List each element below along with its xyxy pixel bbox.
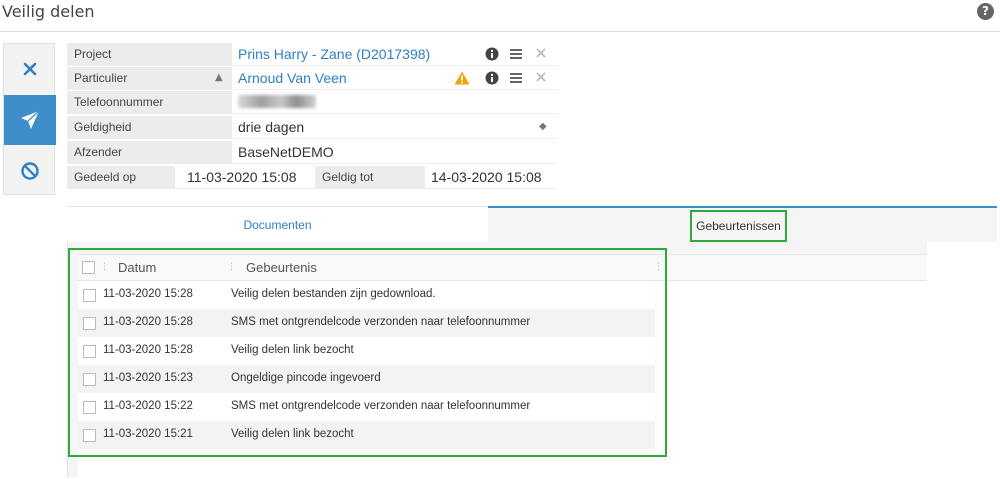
dates-row: Gedeeld op 11-03-2020 15:08 Geldig tot 1… (67, 166, 557, 190)
row-date: 11-03-2020 15:28 (103, 288, 193, 300)
row-checkbox[interactable] (83, 289, 96, 302)
row-event: Ongeldige pincode ingevoerd (231, 372, 381, 384)
particulier-row: Particulier ▲ Arnoud Van Veen (67, 67, 557, 91)
title-divider (0, 31, 1000, 32)
project-row: Project Prins Harry - Zane (D2017398) (67, 43, 557, 67)
close-icon (23, 62, 37, 76)
send-icon (21, 110, 40, 129)
project-link[interactable]: Prins Harry - Zane (D2017398) (232, 43, 442, 66)
geldig-tot-value: 14-03-2020 15:08 (425, 166, 557, 189)
row-event: Veilig delen link bezocht (231, 428, 354, 440)
revoke-button[interactable] (4, 146, 56, 196)
particulier-link[interactable]: Arnoud Van Veen (232, 67, 442, 90)
page-title: Veilig delen (2, 2, 95, 21)
help-icon[interactable]: ? (977, 3, 994, 20)
telefoonnummer-label: Telefoonnummer (67, 91, 232, 114)
telefoonnummer-value (232, 91, 557, 114)
events-panel: ⋮ Datum ⋮ Gebeurtenis ⋮ 11-03-2020 15:28… (67, 242, 927, 477)
row-date: 11-03-2020 15:22 (103, 400, 193, 412)
row-checkbox[interactable] (83, 317, 96, 330)
menu-icon[interactable] (509, 71, 523, 85)
select-all-checkbox[interactable] (82, 261, 95, 274)
cancel-icon (21, 162, 39, 180)
row-date: 11-03-2020 15:21 (103, 428, 193, 440)
row-checkbox[interactable] (83, 401, 96, 414)
gedeeld-op-value: 11-03-2020 15:08 (175, 166, 315, 189)
table-row[interactable]: 11-03-2020 15:28 SMS met ontgrendelcode … (78, 309, 655, 337)
events-grid: ⋮ Datum ⋮ Gebeurtenis ⋮ 11-03-2020 15:28… (78, 254, 927, 477)
side-toolbar (3, 43, 56, 196)
grid-header: ⋮ Datum ⋮ Gebeurtenis ⋮ (78, 255, 927, 281)
column-header-gebeurtenis[interactable]: Gebeurtenis (246, 260, 317, 275)
row-event: Veilig delen link bezocht (231, 344, 354, 356)
tab-bar: Documenten Gebeurtenissen (67, 206, 997, 242)
info-icon[interactable] (485, 71, 499, 85)
row-event: SMS met ontgrendelcode verzonden naar te… (231, 316, 531, 328)
row-event: Veilig delen bestanden zijn gedownload. (231, 288, 436, 300)
table-row[interactable]: 11-03-2020 15:23 Ongeldige pincode ingev… (78, 365, 655, 393)
afzender-value: BaseNetDEMO (232, 141, 557, 164)
row-date: 11-03-2020 15:28 (103, 316, 193, 328)
row-date: 11-03-2020 15:23 (103, 372, 193, 384)
column-resize-handle[interactable]: ⋮ (100, 262, 109, 272)
afzender-label: Afzender (67, 141, 232, 164)
close-button[interactable] (4, 44, 56, 94)
tab-documenten[interactable]: Documenten (67, 206, 488, 242)
table-row[interactable]: 11-03-2020 15:28 Veilig delen link bezoc… (78, 337, 655, 365)
table-row[interactable]: 11-03-2020 15:28 Veilig delen bestanden … (78, 281, 655, 309)
row-checkbox[interactable] (83, 429, 96, 442)
warning-icon[interactable] (454, 71, 470, 85)
menu-icon[interactable] (509, 47, 523, 61)
tab-gebeurtenissen-label[interactable]: Gebeurtenissen (690, 210, 787, 242)
project-label: Project (67, 43, 232, 66)
telefoonnummer-row: Telefoonnummer (67, 91, 557, 115)
dropdown-arrow-icon[interactable]: ◆ (539, 121, 547, 132)
geldigheid-select[interactable]: drie dagen (232, 116, 557, 139)
remove-icon[interactable] (535, 47, 547, 59)
send-button[interactable] (4, 95, 56, 145)
info-icon[interactable] (485, 47, 499, 61)
redacted-phone-number (238, 95, 316, 108)
column-resize-handle[interactable]: ⋮ (654, 262, 663, 272)
table-row[interactable]: 11-03-2020 15:21 Veilig delen link bezoc… (78, 421, 655, 449)
column-resize-handle[interactable]: ⋮ (227, 262, 236, 272)
afzender-row: Afzender BaseNetDEMO (67, 141, 557, 165)
particulier-sort-icon[interactable]: ▲ (215, 72, 223, 83)
row-checkbox[interactable] (83, 345, 96, 358)
particulier-label: Particulier (67, 67, 232, 90)
column-header-datum[interactable]: Datum (118, 260, 156, 275)
tab-gebeurtenissen[interactable]: Gebeurtenissen (488, 206, 997, 242)
table-row[interactable]: 11-03-2020 15:22 SMS met ontgrendelcode … (78, 393, 655, 421)
remove-icon[interactable] (535, 71, 547, 83)
gedeeld-op-label: Gedeeld op (67, 166, 175, 189)
row-date: 11-03-2020 15:28 (103, 344, 193, 356)
geldigheid-row: Geldigheid drie dagen ◆ (67, 116, 557, 140)
row-event: SMS met ontgrendelcode verzonden naar te… (231, 400, 531, 412)
row-checkbox[interactable] (83, 373, 96, 386)
geldigheid-label: Geldigheid (67, 116, 232, 139)
geldig-tot-label: Geldig tot (315, 166, 425, 189)
